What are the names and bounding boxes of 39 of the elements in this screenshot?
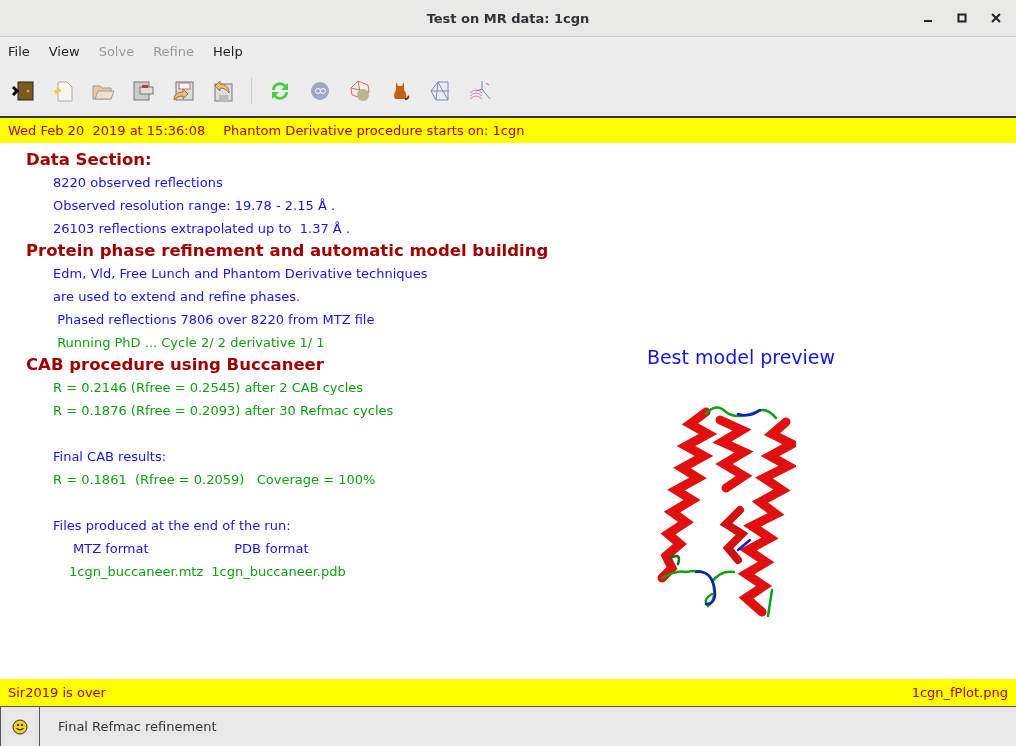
save-as-icon[interactable]: [171, 79, 195, 103]
output-file-name: 1cgn_fPlot.png: [911, 685, 1008, 700]
exit-door-icon[interactable]: [11, 79, 35, 103]
file-cabinet-icon[interactable]: [131, 79, 155, 103]
wireframe-sphere-icon[interactable]: [348, 79, 372, 103]
close-icon[interactable]: [990, 12, 1002, 24]
log-line: Files produced at the end of the run:: [52, 517, 292, 535]
result-line: Running PhD ... Cycle 2/ 2 derivative 1/ 1: [56, 334, 326, 352]
menu-item[interactable]: View: [48, 44, 80, 59]
file-format-label: MTZ format: [72, 540, 150, 558]
result-line: R = 0.2146 (Rfree = 0.2545) after 2 CAB cycles: [52, 379, 365, 397]
log-line: 8220 observed reflections: [52, 174, 224, 192]
file-format-label: PDB format: [233, 540, 310, 558]
file-name: 1cgn_buccaneer.mtz: [68, 563, 204, 581]
wireframe-icon[interactable]: [428, 79, 452, 103]
menu-item[interactable]: Help: [213, 44, 243, 59]
log-line: 26103 reflections extrapolated up to 1.37 Å .: [52, 220, 351, 238]
menu-item[interactable]: File: [8, 44, 30, 59]
log-line: Final CAB results:: [52, 448, 168, 466]
status-text: Final Refmac refinement: [58, 719, 217, 734]
smiley-icon: [12, 718, 28, 735]
window-title: Test on MR data: 1cgn: [426, 10, 590, 26]
result-line: R = 0.1861 (Rfree = 0.2059) Coverage = 100%: [52, 471, 377, 489]
maximize-icon[interactable]: [956, 12, 968, 24]
result-line: R = 0.1876 (Rfree = 0.2093) after 30 Refmac cycles: [52, 402, 395, 420]
revert-save-icon[interactable]: [211, 79, 235, 103]
section-heading: CAB procedure using Buccaneer: [26, 354, 325, 376]
banner-message: Phantom Derivative procedure starts on: 1cgn: [223, 123, 525, 138]
file-name: 1cgn_buccaneer.pdb: [211, 563, 346, 581]
log-line: Observed resolution range: 19.78 - 2.15 Å .: [52, 197, 337, 215]
log-line: Phased reflections 7806 over 8220 from MTZ file: [56, 311, 376, 329]
preview-title: Best model preview: [646, 346, 836, 368]
section-heading: Data Section:: [26, 149, 153, 171]
section-heading: Protein phase refinement and automatic model building: [26, 240, 550, 262]
banner-message: Sir2019 is over: [8, 685, 106, 700]
timestamp: Wed Feb 20 2019 at 15:36:08: [8, 123, 206, 138]
log-line: Edm, Vld, Free Lunch and Phantom Derivative techniques: [52, 265, 429, 283]
log-line: are used to extend and refine phases.: [52, 288, 302, 306]
round-badge-icon[interactable]: [308, 79, 332, 103]
